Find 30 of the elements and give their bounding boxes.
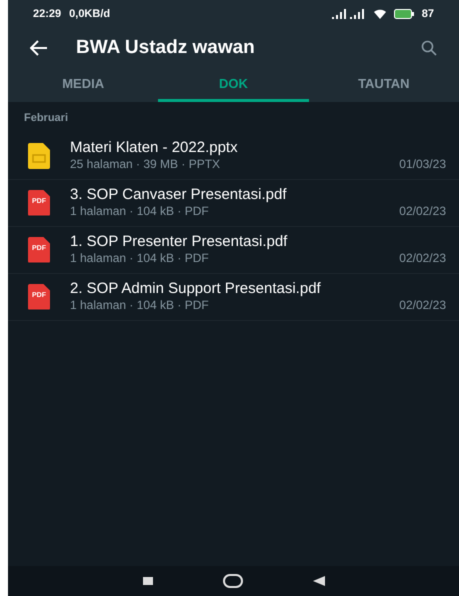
recents-button[interactable]: [142, 577, 152, 585]
file-name: 3. SOP Canvaser Presentasi.pdf: [70, 186, 288, 204]
file-name: 1. SOP Presenter Presentasi.pdf: [70, 233, 288, 251]
tab[interactable]: DOK: [158, 68, 309, 102]
file-details: 25 halaman · 39 MB · PPTX: [70, 157, 220, 172]
signal-icon: [332, 9, 366, 19]
file-date: 02/02/23: [399, 298, 446, 313]
battery-icon: [394, 9, 414, 19]
presentation-file-icon: [28, 142, 50, 168]
tab[interactable]: TAUTAN: [308, 68, 459, 102]
network-speed: 0,0KB/d: [69, 6, 110, 22]
file-date: 02/02/23: [399, 204, 446, 219]
status-time: 22:29: [33, 6, 62, 22]
tab[interactable]: MEDIA: [8, 68, 158, 102]
file-name: 2. SOP Admin Support Presentasi.pdf: [70, 280, 322, 298]
home-button[interactable]: [222, 574, 242, 588]
search-icon[interactable]: [421, 40, 437, 56]
file-details: 1 halaman · 104 kB · PDF: [70, 298, 209, 313]
battery-level: 87: [422, 6, 434, 22]
file-date: 01/03/23: [399, 157, 446, 172]
file-details: 1 halaman · 104 kB · PDF: [70, 204, 209, 219]
file-details: 1 halaman · 104 kB · PDF: [70, 251, 209, 266]
back-arrow-icon[interactable]: [30, 40, 48, 56]
file-name: Materi Klaten - 2022.pptx: [70, 139, 239, 157]
back-button[interactable]: [312, 576, 324, 586]
file-date: 02/02/23: [399, 251, 446, 266]
section-header: Februari: [23, 111, 70, 126]
wifi-icon: [374, 9, 386, 19]
window-title: BWA Ustadz wawan: [76, 36, 255, 60]
file-row[interactable]: Materi Klaten - 2022.pptx 25 halaman · 39 MB · PPTX 01/03/23: [8, 132, 459, 180]
